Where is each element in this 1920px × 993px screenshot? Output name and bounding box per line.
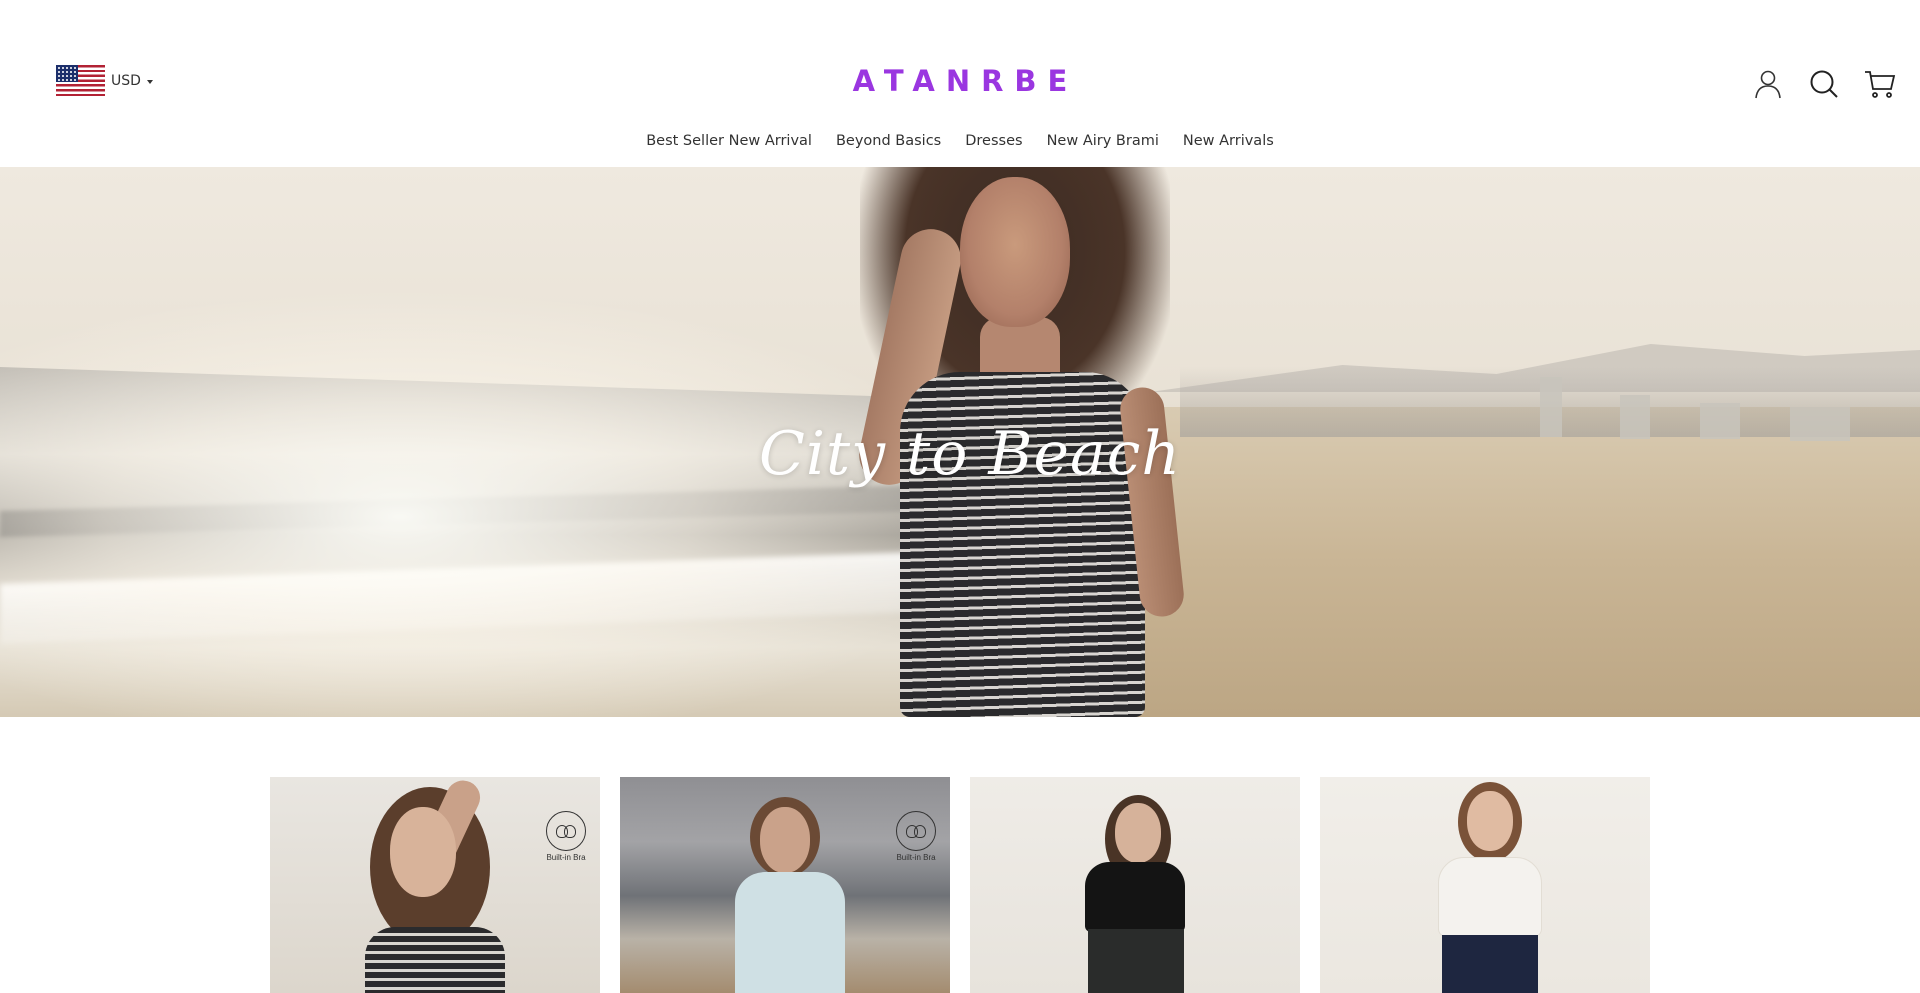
product-image	[620, 777, 950, 993]
nav-item-new-arrivals[interactable]: New Arrivals	[1183, 133, 1274, 149]
nav-item-best-seller-new-arrival[interactable]: Best Seller New Arrival	[646, 133, 812, 149]
hero-title: City to Beach	[758, 419, 1182, 489]
product-card[interactable]: Built-in Bra	[620, 777, 950, 993]
header-actions	[1750, 66, 1898, 102]
hero-model-face	[960, 177, 1070, 327]
badge-label: Built-in Bra	[896, 853, 936, 862]
bra-icon	[546, 811, 586, 851]
product-card[interactable]: Built-in Bra	[270, 777, 600, 993]
product-image	[970, 777, 1300, 993]
main-nav: Best Seller New Arrival Beyond Basics Dr…	[0, 133, 1920, 149]
product-image	[270, 777, 600, 993]
nav-item-beyond-basics[interactable]: Beyond Basics	[836, 133, 941, 149]
built-in-bra-badge: Built-in Bra	[540, 811, 592, 862]
product-grid: Built-in Bra Built-in Bra	[270, 777, 1650, 993]
search-icon	[1810, 70, 1838, 98]
account-icon	[1755, 70, 1781, 99]
hero-sun-glow	[0, 287, 1000, 717]
hero-banner[interactable]: City to Beach	[0, 167, 1920, 717]
site-header: USD ATANRBE Best Seller New Arrival Beyo…	[0, 0, 1920, 167]
product-card[interactable]	[1320, 777, 1650, 993]
cart-button[interactable]	[1862, 66, 1898, 102]
nav-item-new-airy-brami[interactable]: New Airy Brami	[1047, 133, 1159, 149]
search-button[interactable]	[1806, 66, 1842, 102]
badge-label: Built-in Bra	[546, 853, 586, 862]
nav-item-dresses[interactable]: Dresses	[965, 133, 1022, 149]
bra-icon	[896, 811, 936, 851]
site-logo[interactable]: ATANRBE	[0, 64, 1920, 98]
account-button[interactable]	[1750, 66, 1786, 102]
cart-icon	[1865, 71, 1896, 98]
built-in-bra-badge: Built-in Bra	[890, 811, 942, 862]
product-image	[1320, 777, 1650, 993]
product-card[interactable]	[970, 777, 1300, 993]
